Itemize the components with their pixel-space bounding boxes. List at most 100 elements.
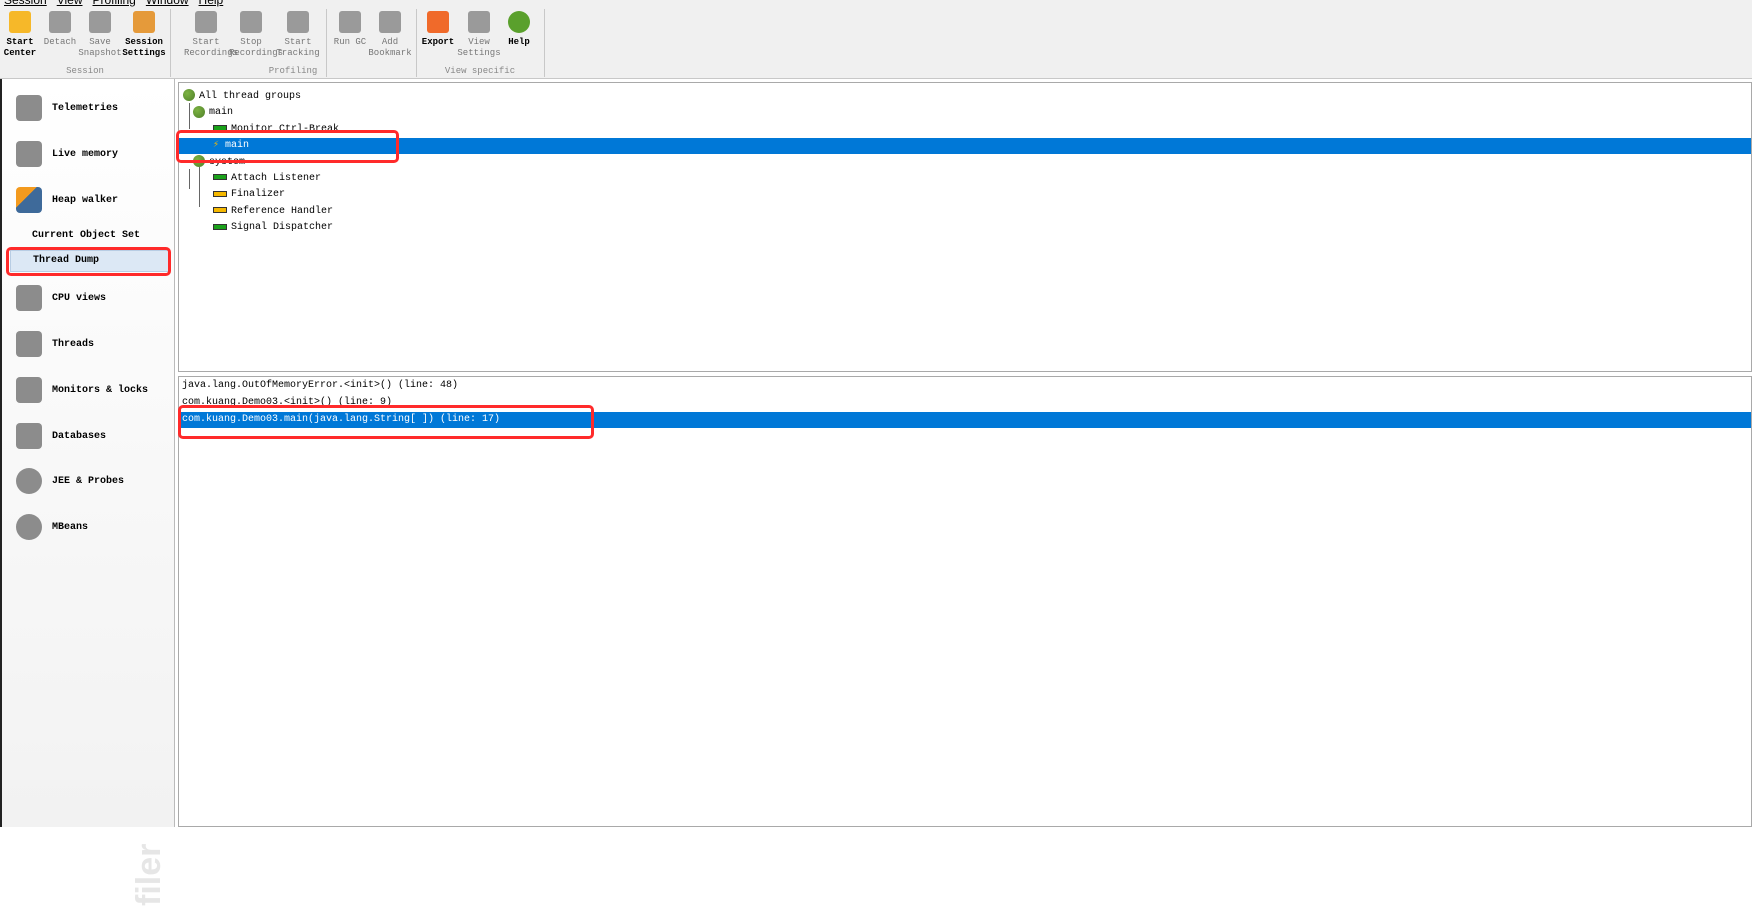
toolbar-button-detach[interactable]: Detach bbox=[38, 9, 82, 48]
toolbar-button-export[interactable]: Export bbox=[416, 9, 460, 48]
database-icon bbox=[16, 423, 42, 449]
sidebar: filer Telemetries Live memory Heap walker C… bbox=[0, 79, 175, 906]
tree-connector bbox=[189, 103, 190, 129]
sidebar-item-databases[interactable]: Databases bbox=[16, 423, 106, 449]
toolbar-button-label: Start Center bbox=[3, 37, 37, 58]
sidebar-item-label: Heap walker bbox=[52, 194, 119, 206]
telemetry-chart-icon bbox=[16, 95, 42, 121]
toolbar-button-label: Session Settings bbox=[122, 37, 166, 58]
toolbar-button-label: Save Snapshot bbox=[78, 37, 122, 58]
sidebar-item-label: MBeans bbox=[52, 521, 89, 533]
sidebar-item-label: Monitors & locks bbox=[52, 384, 149, 396]
thread-group-icon bbox=[193, 154, 205, 167]
export-arrow-icon bbox=[427, 11, 449, 33]
thread-state-running-icon bbox=[213, 174, 227, 181]
menu-help[interactable]: Help bbox=[199, 0, 224, 7]
globe-icon bbox=[16, 514, 42, 540]
clipboard-edit-icon bbox=[133, 11, 155, 33]
toolbar-button-run-gc[interactable]: Run GC bbox=[328, 9, 372, 48]
thread-state-waiting-icon bbox=[213, 190, 227, 197]
thread-node[interactable]: Attach Listener bbox=[179, 171, 1751, 187]
toolbar-button-label: View Settings bbox=[457, 37, 501, 58]
toolbar-group-label: Profiling bbox=[268, 66, 318, 76]
toolbar-button-stop-recordings[interactable]: Stop Recordings bbox=[229, 9, 284, 59]
toolbar-button-add-bookmark[interactable]: Add Bookmark bbox=[368, 9, 412, 59]
thread-node[interactable]: Signal Dispatcher bbox=[179, 220, 1751, 236]
sidebar-item-live-memory[interactable]: Live memory bbox=[16, 141, 118, 167]
watermark-logo: filer bbox=[130, 843, 168, 906]
stack-frame[interactable]: com.kuang.Demo03.<init>() (line: 9) bbox=[179, 395, 1751, 411]
node-label: main bbox=[209, 107, 234, 119]
toolbar-button-view-settings[interactable]: View Settings bbox=[457, 9, 501, 59]
toolbar-button-label: Stop Recordings bbox=[229, 37, 284, 58]
thread-group-node[interactable]: system bbox=[179, 154, 1751, 171]
toolbar-button-start-center[interactable]: Start Center bbox=[0, 9, 42, 59]
menu-profiling[interactable]: Profiling bbox=[93, 0, 136, 7]
thread-state-running-icon bbox=[213, 125, 227, 132]
thread-node[interactable]: ⚡ main bbox=[179, 138, 1751, 155]
sidebar-item-label: JEE & Probes bbox=[52, 475, 125, 487]
thread-node[interactable]: Finalizer bbox=[179, 187, 1751, 203]
toolbar-button-label: Export bbox=[421, 37, 455, 47]
thread-node[interactable]: Reference Handler bbox=[179, 204, 1751, 220]
toolbar-button-start-recordings[interactable]: Start Recordings bbox=[184, 9, 238, 59]
menu-session[interactable]: Session bbox=[4, 0, 47, 7]
toolbar-button-label: Run GC bbox=[333, 37, 367, 47]
recycle-icon bbox=[339, 11, 361, 33]
node-label: Finalizer bbox=[231, 189, 286, 201]
padlock-icon bbox=[16, 377, 42, 403]
sidebar-item-heap-walker[interactable]: Heap walker bbox=[16, 187, 118, 213]
thread-group-node[interactable]: All thread groups bbox=[179, 89, 1751, 105]
sidebar-item-label: Telemetries bbox=[52, 102, 119, 114]
sidebar-item-label: CPU views bbox=[52, 292, 107, 304]
node-label: Reference Handler bbox=[231, 205, 334, 217]
thread-group-icon bbox=[193, 105, 205, 118]
node-label: Signal Dispatcher bbox=[231, 222, 334, 234]
lightning-icon: ⚡ bbox=[213, 140, 220, 152]
tree-connector bbox=[189, 169, 190, 189]
sidebar-item-jee-probes[interactable]: JEE & Probes bbox=[16, 468, 124, 494]
toolbar-button-start-tracking[interactable]: Start Tracking bbox=[276, 9, 320, 59]
node-label: system bbox=[209, 156, 246, 168]
toolbar-button-session-settings[interactable]: Session Settings bbox=[122, 9, 166, 59]
sidebar-item-telemetries[interactable]: Telemetries bbox=[16, 95, 118, 121]
chip-icon bbox=[16, 285, 42, 311]
stop-record-icon bbox=[240, 11, 262, 33]
toolbar-button-label: Add Bookmark bbox=[368, 37, 412, 58]
floppy-icon bbox=[89, 11, 111, 33]
toolbar-separator bbox=[544, 9, 545, 77]
stack-frame[interactable]: com.kuang.Demo03.main(java.lang.String[ … bbox=[179, 412, 1751, 428]
sidebar-item-threads[interactable]: Threads bbox=[16, 331, 94, 357]
help-icon bbox=[508, 11, 530, 33]
thread-node[interactable]: Monitor Ctrl-Break bbox=[179, 122, 1751, 138]
thread-tree-pane: All thread groups main Monitor Ctrl-Break ⚡… bbox=[178, 82, 1752, 372]
sidebar-item-label: Databases bbox=[52, 430, 107, 442]
stack-trace-pane: java.lang.OutOfMemoryError.<init>() (lin… bbox=[178, 376, 1752, 827]
toolbar-button-save-snapshot[interactable]: Save Snapshot bbox=[78, 9, 122, 59]
node-label: main bbox=[225, 140, 250, 152]
node-label: All thread groups bbox=[199, 91, 302, 102]
toolbar-button-label: Detach bbox=[43, 37, 77, 47]
plug-icon bbox=[49, 11, 71, 33]
thread-group-node[interactable]: main bbox=[179, 105, 1751, 121]
toolbar-group-label: View specific bbox=[444, 66, 516, 76]
sidebar-item-label: Threads bbox=[52, 338, 95, 350]
toolbar: Start Center Detach Save Snapshot Session S… bbox=[0, 7, 1752, 79]
toolbar-group-label: Session bbox=[66, 66, 104, 76]
toolbar-button-help[interactable]: Help bbox=[497, 9, 541, 48]
sidebar-item-label: Live memory bbox=[52, 148, 119, 160]
view-settings-icon bbox=[468, 11, 490, 33]
thread-state-waiting-icon bbox=[213, 207, 227, 214]
sidebar-item-current-object-set[interactable]: Current Object Set bbox=[32, 230, 140, 241]
spool-icon bbox=[16, 331, 42, 357]
menu-view[interactable]: View bbox=[57, 0, 83, 7]
sidebar-item-thread-dump[interactable]: Thread Dump bbox=[10, 250, 170, 272]
bookmark-icon bbox=[379, 11, 401, 33]
sidebar-item-mbeans[interactable]: MBeans bbox=[16, 514, 88, 540]
gauge-icon bbox=[16, 468, 42, 494]
node-label: Attach Listener bbox=[231, 173, 322, 184]
stack-frame[interactable]: java.lang.OutOfMemoryError.<init>() (lin… bbox=[179, 378, 1751, 394]
sidebar-item-monitors-locks[interactable]: Monitors & locks bbox=[16, 377, 148, 403]
sidebar-item-cpu-views[interactable]: CPU views bbox=[16, 285, 106, 311]
menu-window[interactable]: Window bbox=[146, 0, 189, 7]
